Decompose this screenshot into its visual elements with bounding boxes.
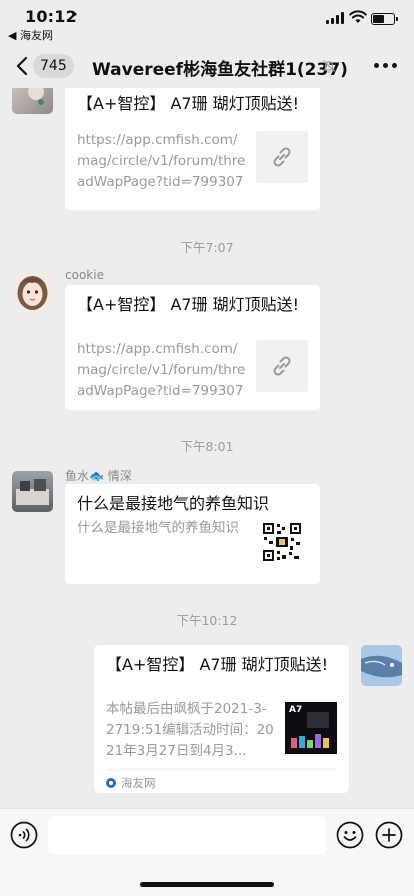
time-divider: 下午7:07 xyxy=(180,240,234,255)
message-list[interactable]: 【A+智控】 A7珊 瑚灯顶贴送! https://app.cmfish.com… xyxy=(0,88,414,808)
sender-name: 鱼水🐟 情深 xyxy=(65,469,132,483)
avatar[interactable] xyxy=(12,271,53,312)
card-title: 什么是最接地气的养鱼知识 xyxy=(77,494,270,513)
article-thumbnail: A7 xyxy=(285,702,337,754)
cellular-signal-icon xyxy=(326,12,344,24)
battery-icon xyxy=(371,13,398,25)
card-description: 什么是最接地气的养鱼知识 xyxy=(77,520,239,536)
time-divider: 下午8:01 xyxy=(180,439,234,454)
emoji-icon[interactable] xyxy=(336,821,364,849)
unread-count-badge[interactable]: 745 xyxy=(33,54,74,78)
more-dots-icon[interactable] xyxy=(374,63,397,68)
voice-icon[interactable] xyxy=(10,821,38,849)
message-link-card[interactable]: 【A+智控】 A7珊 瑚灯顶贴送! https://app.cmfish.com… xyxy=(65,285,320,410)
back-to-app-link[interactable]: ◀ 海友网 xyxy=(8,27,53,43)
link-icon xyxy=(256,340,308,392)
link-icon xyxy=(256,131,308,183)
avatar[interactable] xyxy=(12,471,53,512)
source-logo-icon xyxy=(106,778,116,788)
card-link-url: https://app.cmfish.com/mag/circle/v1/for… xyxy=(77,132,246,190)
avatar[interactable] xyxy=(361,645,402,686)
time-divider: 下午10:12 xyxy=(176,613,238,628)
message-link-card[interactable]: 什么是最接地气的养鱼知识 什么是最接地气的养鱼知识 · xyxy=(65,484,320,584)
home-indicator[interactable] xyxy=(140,882,274,887)
message-link-card[interactable]: 【A+智控】 A7珊 瑚灯顶贴送! 本帖最后由飒枫于2021-3-2719:51… xyxy=(94,645,349,793)
bell-slash-icon xyxy=(322,60,336,73)
qr-code-thumbnail: · xyxy=(260,514,304,566)
wifi-icon xyxy=(349,10,367,23)
thumbnail-label: A7 xyxy=(289,705,303,715)
avatar[interactable] xyxy=(12,88,53,114)
chat-header: 745 Wavereef彬海鱼友社群1(237) xyxy=(0,44,414,88)
message-input[interactable] xyxy=(48,816,326,854)
card-title: 【A+智控】 A7珊 瑚灯顶贴送! xyxy=(106,655,329,674)
status-bar: 10:12 ➚ ◀ 海友网 xyxy=(0,0,414,44)
card-link-url: https://app.cmfish.com/mag/circle/v1/for… xyxy=(77,341,246,399)
card-description: 本帖最后由飒枫于2021-3-2719:51编辑活动时间：2021年3月27日到… xyxy=(106,701,274,759)
chat-title: Wavereef彬海鱼友社群1(237) xyxy=(92,60,348,80)
card-title: 【A+智控】 A7珊 瑚灯顶贴送! xyxy=(77,295,300,314)
sender-name: cookie xyxy=(65,268,104,282)
card-title: 【A+智控】 A7珊 瑚灯顶贴送! xyxy=(77,94,300,113)
message-link-card[interactable]: 【A+智控】 A7珊 瑚灯顶贴送! https://app.cmfish.com… xyxy=(65,88,320,210)
plus-circle-icon[interactable] xyxy=(375,821,403,849)
card-divider xyxy=(106,769,337,770)
location-arrow-icon: ➚ xyxy=(69,9,79,22)
card-source: 海友网 xyxy=(106,775,156,791)
source-name: 海友网 xyxy=(121,776,156,790)
